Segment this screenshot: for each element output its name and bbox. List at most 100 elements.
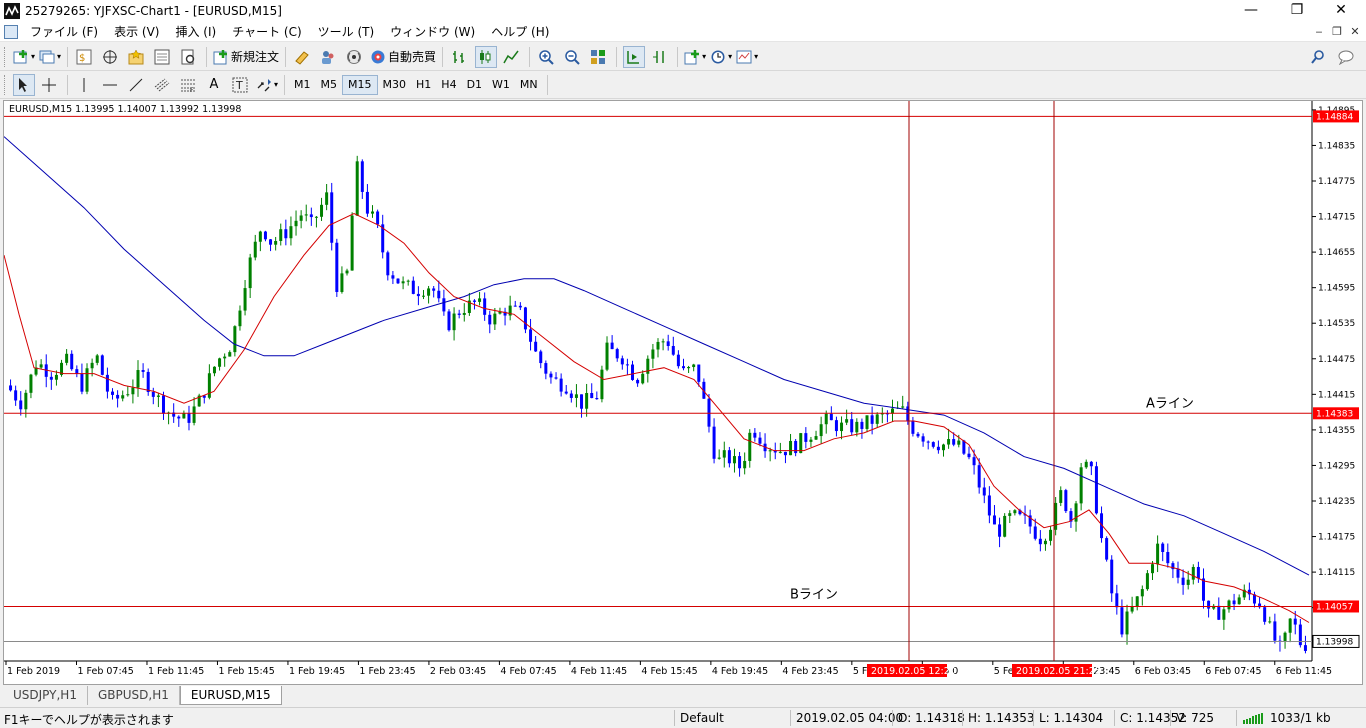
crosshair-tool-button[interactable] xyxy=(39,74,61,96)
menu-file[interactable]: ファイル (F) xyxy=(22,23,106,40)
timeframe-m30[interactable]: M30 xyxy=(378,75,412,95)
cursor-tool-button[interactable] xyxy=(13,73,35,96)
market-watch-button[interactable]: $ xyxy=(74,46,96,68)
chart-symbol-info: EURUSD,M15 1.13995 1.14007 1.13992 1.139… xyxy=(9,104,241,115)
profiles-button[interactable]: ▾ xyxy=(39,46,61,68)
new-order-label: 新規注文 xyxy=(231,50,280,64)
candle-body xyxy=(126,394,130,396)
trendline-button[interactable] xyxy=(126,74,148,96)
candle-body xyxy=(998,524,1002,537)
mdi-restore-button[interactable]: ❐ xyxy=(1328,25,1346,38)
tab-eurusd-m15[interactable]: EURUSD,M15 xyxy=(179,686,282,705)
signals-button[interactable] xyxy=(344,46,366,68)
auto-trade-button[interactable]: 自動売買 xyxy=(370,46,436,68)
price-tick-label: 1.14235 xyxy=(1318,497,1355,507)
timeframe-m1[interactable]: M1 xyxy=(289,75,316,95)
terminal-button[interactable] xyxy=(152,46,174,68)
time-tick-label: 6 Feb 07:45 xyxy=(1205,666,1261,677)
candle-body xyxy=(707,398,711,427)
zoom-out-button[interactable] xyxy=(562,46,584,68)
templates-button[interactable]: ▾ xyxy=(736,46,758,68)
auto-scroll-button[interactable] xyxy=(623,45,646,68)
candle-body xyxy=(1008,513,1012,516)
candle-body xyxy=(789,440,793,456)
maximize-button[interactable]: ❐ xyxy=(1274,0,1320,22)
mdi-close-button[interactable]: ✕ xyxy=(1346,25,1364,38)
toolbar-grip[interactable] xyxy=(4,46,7,67)
menu-help[interactable]: ヘルプ (H) xyxy=(483,23,557,40)
chart-shift-button[interactable] xyxy=(649,46,671,68)
window-title: 25279265: YJFXSC-Chart1 - [EURUSD,M15] xyxy=(25,4,282,18)
vertical-line-button[interactable] xyxy=(74,74,96,96)
new-order-button[interactable]: 新規注文 xyxy=(213,46,279,68)
text-label-button[interactable]: T xyxy=(230,74,252,96)
periods-button[interactable]: ▾ xyxy=(710,46,732,68)
menu-chart[interactable]: チャート (C) xyxy=(224,23,309,40)
search-button[interactable] xyxy=(1308,46,1330,68)
new-chart-button[interactable]: ▾ xyxy=(13,46,35,68)
candle-body xyxy=(1130,606,1134,612)
menu-insert[interactable]: 挿入 (I) xyxy=(167,23,224,40)
price-tick-label: 1.14775 xyxy=(1318,177,1355,187)
candle-body xyxy=(1079,467,1083,504)
time-tick-label: 4 Feb 15:45 xyxy=(641,666,697,677)
profiles-icon xyxy=(39,49,55,65)
timeframe-w1[interactable]: W1 xyxy=(487,75,515,95)
signal-icon xyxy=(346,49,362,65)
minimize-button[interactable]: — xyxy=(1228,0,1274,22)
community-button[interactable] xyxy=(318,46,340,68)
candle-body xyxy=(1166,551,1170,564)
close-button[interactable]: ✕ xyxy=(1318,0,1364,22)
candle-body xyxy=(1303,645,1307,651)
timeframe-d1[interactable]: D1 xyxy=(462,75,487,95)
price-tick-label: 1.14415 xyxy=(1318,390,1355,400)
candle-body xyxy=(289,226,293,239)
status-profile[interactable]: Default xyxy=(680,711,724,725)
indicators-button[interactable]: ▾ xyxy=(684,46,706,68)
candle-body xyxy=(590,393,594,399)
meta-editor-button[interactable] xyxy=(292,46,314,68)
menu-tools[interactable]: ツール (T) xyxy=(310,23,383,40)
timeframe-h4[interactable]: H4 xyxy=(436,75,461,95)
toolbar-grip[interactable] xyxy=(4,74,7,95)
candle-body xyxy=(1084,461,1088,468)
candle-body xyxy=(794,440,798,454)
candle-body xyxy=(360,161,364,192)
tab-gbpusd-h1[interactable]: GBPUSD,H1 xyxy=(88,686,180,705)
timeframe-mn[interactable]: MN xyxy=(515,75,543,95)
chart-document-icon[interactable] xyxy=(4,24,18,39)
data-window-button[interactable] xyxy=(126,46,148,68)
price-chart[interactable]: 1.148951.148351.147751.147151.146551.145… xyxy=(4,101,1362,684)
candle-body xyxy=(855,421,859,433)
candle-body xyxy=(376,211,380,225)
candle-body xyxy=(416,293,420,297)
line-chart-button[interactable] xyxy=(501,46,523,68)
candle-body xyxy=(610,342,614,350)
hline-label: Aライン xyxy=(1146,396,1194,411)
tab-usdjpy-h1[interactable]: USDJPY,H1 xyxy=(3,686,88,705)
candle-body xyxy=(743,460,747,469)
timeframe-m5[interactable]: M5 xyxy=(316,75,343,95)
candle-body xyxy=(1074,503,1078,522)
strategy-tester-button[interactable] xyxy=(178,46,200,68)
text-tool-button[interactable]: A xyxy=(204,74,226,96)
mdi-minimize-button[interactable]: ‒ xyxy=(1310,25,1328,38)
vline-tag-label: 2019.02.05 12:20 xyxy=(871,666,956,677)
tile-windows-button[interactable] xyxy=(588,46,610,68)
chart-window[interactable]: 1.148951.148351.147751.147151.146551.145… xyxy=(3,100,1363,685)
chart-tabs: USDJPY,H1 GBPUSD,H1 EURUSD,M15 xyxy=(3,686,1363,705)
menu-view[interactable]: 表示 (V) xyxy=(106,23,167,40)
zoom-in-button[interactable] xyxy=(536,46,558,68)
candle-body xyxy=(620,358,624,365)
horizontal-line-button[interactable] xyxy=(100,74,122,96)
chat-button[interactable] xyxy=(1336,46,1358,68)
timeframe-h1[interactable]: H1 xyxy=(411,75,436,95)
navigator-button[interactable] xyxy=(100,46,122,68)
timeframe-m15[interactable]: M15 xyxy=(342,74,378,95)
arrows-button[interactable]: ▾ xyxy=(256,74,278,96)
fibonacci-button[interactable]: F xyxy=(178,74,200,96)
bar-chart-button[interactable] xyxy=(449,46,471,68)
menu-window[interactable]: ウィンドウ (W) xyxy=(382,23,483,40)
candlestick-button[interactable] xyxy=(475,45,498,68)
equidistant-channel-button[interactable] xyxy=(152,74,174,96)
